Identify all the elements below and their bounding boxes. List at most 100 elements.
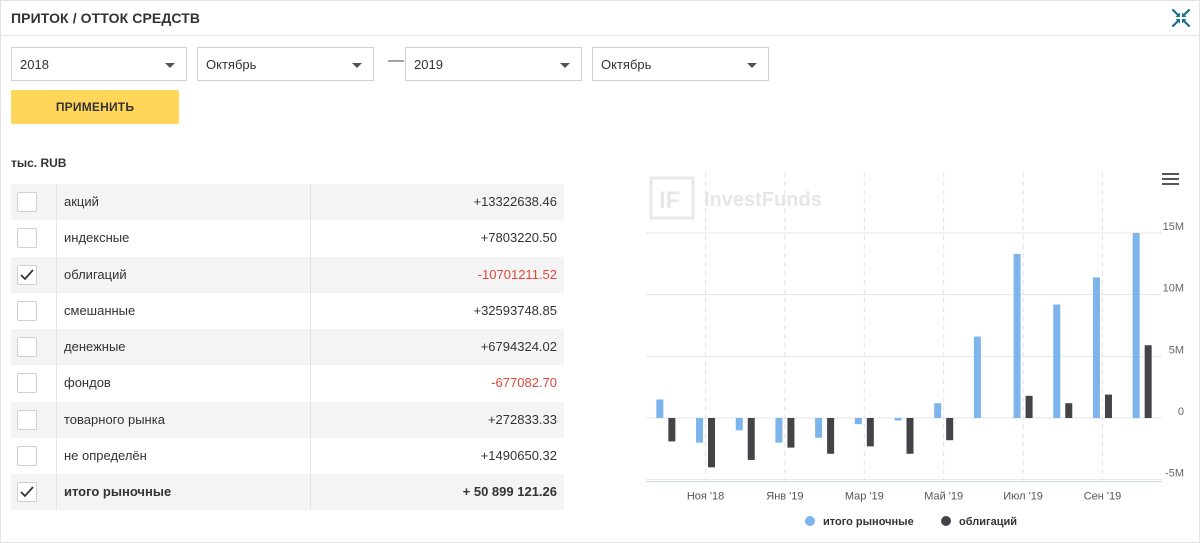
row-value: -677082.70 [491, 375, 557, 391]
chevron-down-icon [560, 63, 570, 68]
row-label: фондов [64, 375, 111, 391]
value-cell: +7803220.50 [310, 220, 564, 257]
bar-bonds[interactable] [1065, 403, 1073, 418]
from-month-select[interactable]: Октябрь [197, 47, 374, 81]
row-label: итого рыночные [64, 484, 172, 499]
bar-total[interactable] [696, 418, 704, 443]
table-row: фондов -677082.70 [11, 365, 564, 402]
bar-total[interactable] [656, 399, 664, 419]
bar-bonds[interactable] [1144, 345, 1152, 418]
row-checkbox[interactable] [17, 264, 37, 285]
table-row: не определён +1490650.32 [11, 437, 564, 474]
y-tick-label: -5M [1165, 468, 1184, 480]
row-value: +13322638.46 [473, 194, 557, 209]
watermark-monogram: IF [659, 187, 680, 214]
to-year-select[interactable]: 2019 [405, 47, 582, 81]
legend-item-bonds[interactable]: облигаций [941, 516, 1017, 528]
row-checkbox[interactable] [17, 409, 37, 430]
checkbox-cell [11, 220, 57, 257]
checkbox-cell [11, 401, 57, 438]
row-label: товарного рынка [64, 411, 165, 427]
legend-label-total: итого рыночные [823, 516, 914, 528]
bar-total[interactable] [894, 418, 902, 421]
bar-total[interactable] [1053, 304, 1061, 418]
bar-bonds[interactable] [787, 418, 795, 448]
from-year-select[interactable]: 2018 [11, 47, 187, 81]
bar-total[interactable] [1092, 277, 1100, 418]
chevron-down-icon [352, 63, 362, 68]
value-cell: +13322638.46 [310, 184, 564, 221]
unit-label: тыс. RUB [11, 156, 67, 170]
from-year-value: 2018 [20, 57, 49, 72]
bar-total[interactable] [854, 418, 862, 425]
bar-total[interactable] [775, 418, 783, 443]
to-month-select[interactable]: Октябрь [592, 47, 769, 81]
legend-item-total[interactable]: итого рыночные [805, 516, 914, 528]
chart-menu-icon[interactable] [1162, 173, 1179, 187]
value-cell: + 50 899 121.26 [310, 474, 564, 511]
legend-dot-icon [805, 516, 815, 526]
bar-bonds[interactable] [906, 418, 914, 454]
checkbox-cell [11, 292, 57, 329]
watermark-logo: IF InvestFunds [649, 176, 822, 220]
value-cell: -10701211.52 [310, 256, 564, 293]
widget-title: ПРИТОК / ОТТОК СРЕДСТВ [11, 10, 201, 26]
x-tick-label: Июл '19 [1003, 491, 1043, 503]
bar-total[interactable] [934, 403, 942, 418]
x-tick-label: Мар '19 [845, 491, 884, 503]
table-row: акций +13322638.46 [11, 184, 564, 221]
row-checkbox[interactable] [17, 337, 37, 357]
bar-bonds[interactable] [1025, 395, 1033, 418]
row-checkbox[interactable] [17, 482, 37, 502]
bar-total[interactable] [973, 336, 981, 418]
value-cell: +6794324.02 [310, 329, 564, 366]
x-tick-label: Сен '19 [1084, 491, 1122, 503]
check-icon [20, 268, 34, 280]
row-checkbox[interactable] [17, 192, 37, 212]
row-label: индексные [64, 230, 130, 246]
table-row: смешанные +32593748.85 [11, 292, 564, 329]
y-tick-label: 10M [1163, 283, 1184, 295]
watermark-text: InvestFunds [704, 189, 822, 211]
to-year-value: 2019 [414, 57, 443, 72]
row-checkbox[interactable] [17, 228, 37, 249]
bar-bonds[interactable] [946, 418, 954, 441]
bar-bonds[interactable] [866, 418, 874, 447]
flows-table: акций +13322638.46 индексные +7803220.50 обл… [11, 184, 564, 511]
row-value: +1490650.32 [480, 447, 557, 463]
collapse-icon[interactable] [1171, 8, 1191, 28]
bar-bonds[interactable] [668, 418, 676, 442]
checkbox-cell [11, 184, 57, 221]
chevron-down-icon [747, 63, 757, 68]
bar-total[interactable] [1013, 253, 1021, 418]
checkbox-cell [11, 365, 57, 402]
table-row: индексные +7803220.50 [11, 220, 564, 257]
row-value: +272833.33 [487, 411, 557, 427]
bar-bonds[interactable] [1104, 394, 1112, 418]
flows-chart: IF InvestFunds 15M 10M 5M 0 -5M Ноя '18 Янв '1… [640, 160, 1200, 543]
y-tick-label: 0 [1178, 406, 1184, 418]
bar-total[interactable] [735, 418, 743, 431]
row-value: +7803220.50 [480, 230, 557, 246]
apply-button[interactable]: ПРИМЕНИТЬ [11, 90, 179, 124]
bar-total[interactable] [815, 418, 823, 438]
range-separator: — [388, 52, 404, 69]
row-checkbox[interactable] [17, 445, 37, 466]
row-checkbox[interactable] [17, 373, 37, 394]
row-checkbox[interactable] [17, 300, 37, 321]
widget-header: ПРИТОК / ОТТОК СРЕДСТВ [0, 0, 1200, 36]
bar-total[interactable] [1132, 233, 1140, 418]
row-label: денежные [64, 339, 126, 354]
row-value: +32593748.85 [473, 302, 557, 318]
chart-svg: IF InvestFunds 15M 10M 5M 0 -5M Ноя '18 Янв '1… [646, 172, 1184, 503]
checkbox-cell [11, 256, 57, 293]
value-cell: -677082.70 [310, 365, 564, 402]
value-cell: +32593748.85 [310, 292, 564, 329]
bar-bonds[interactable] [827, 418, 835, 454]
check-icon [20, 486, 34, 498]
legend-dot-icon [941, 516, 951, 526]
bar-bonds[interactable] [708, 418, 716, 468]
to-month-value: Октябрь [601, 57, 652, 72]
bar-bonds[interactable] [747, 418, 755, 460]
x-tick-label: Янв '19 [766, 491, 803, 503]
